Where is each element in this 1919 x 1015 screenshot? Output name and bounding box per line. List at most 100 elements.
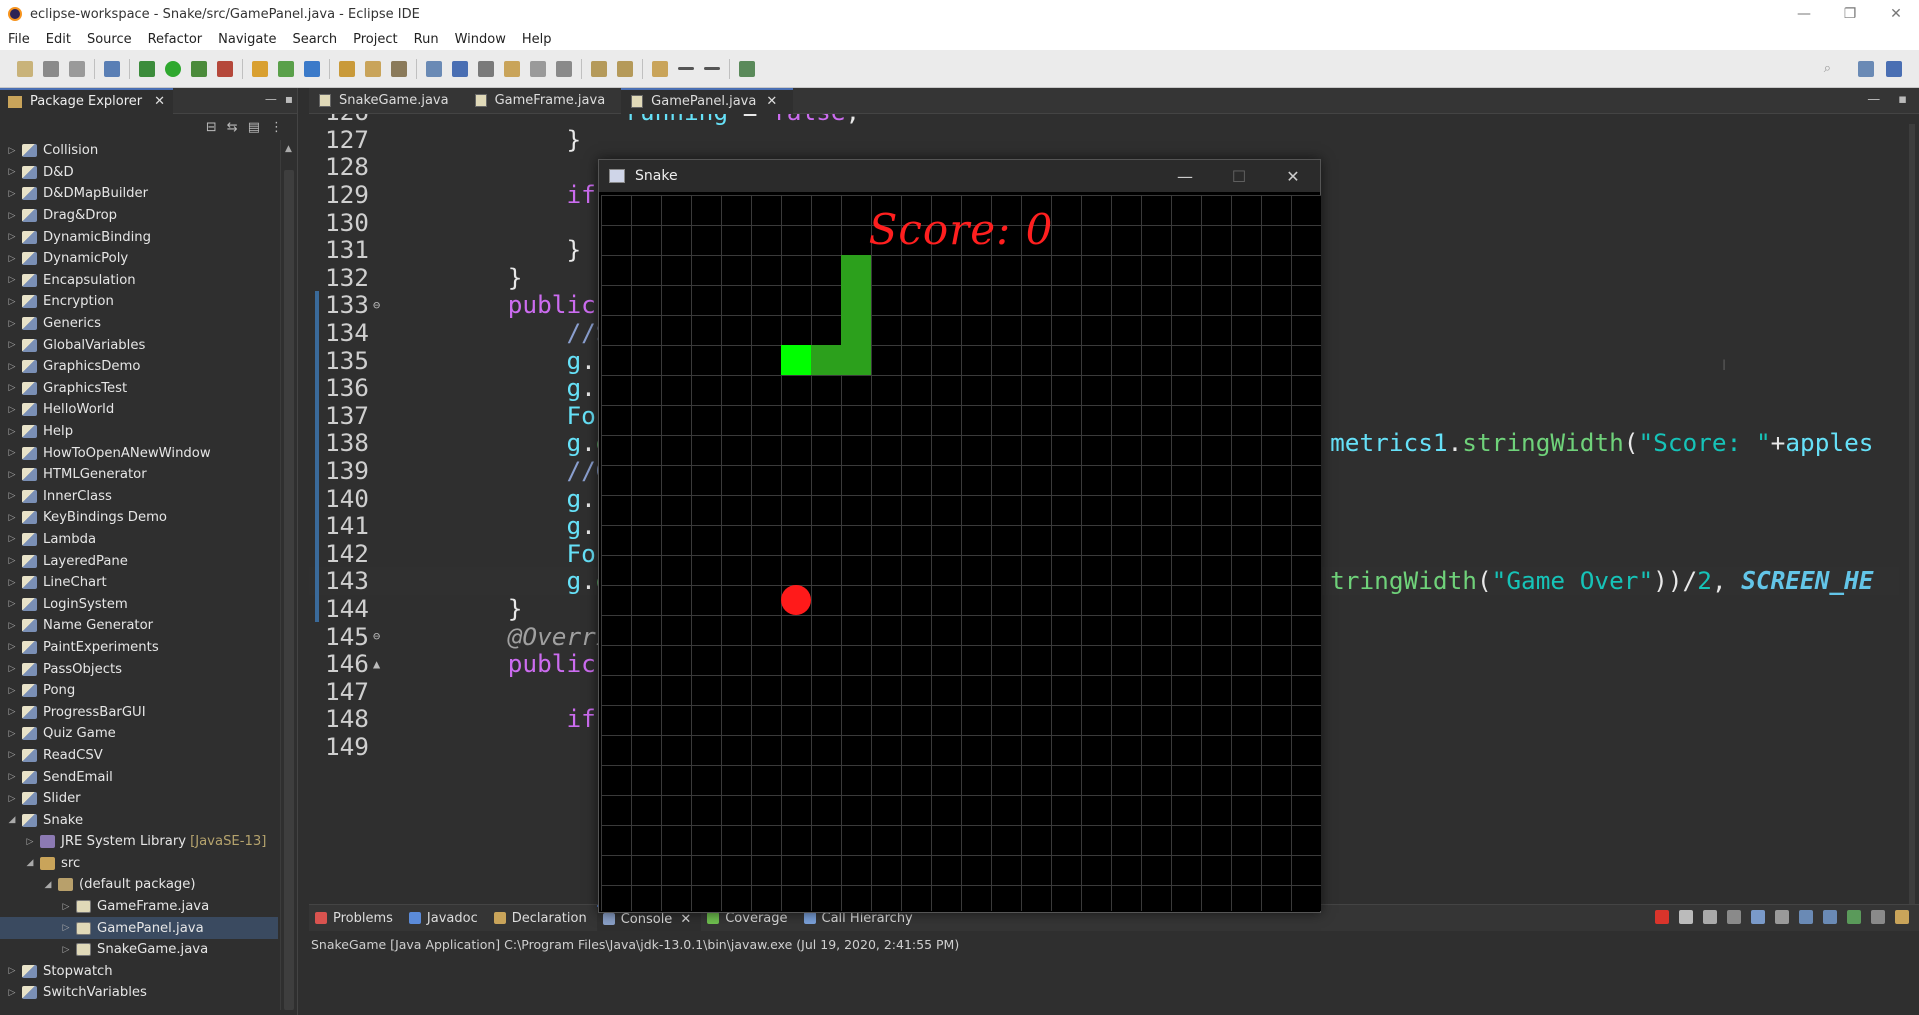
- collapsed-arrow-icon[interactable]: ▷: [60, 923, 72, 933]
- collapsed-arrow-icon[interactable]: ▷: [6, 491, 18, 501]
- word-wrap-icon[interactable]: [1775, 910, 1789, 924]
- collapsed-arrow-icon[interactable]: ▷: [6, 642, 18, 652]
- show-console-icon[interactable]: [1799, 910, 1813, 924]
- snake-close-button[interactable]: ✕: [1266, 160, 1320, 192]
- tree-item[interactable]: ▷ HelloWorld: [0, 399, 278, 421]
- collapsed-arrow-icon[interactable]: ▷: [6, 427, 18, 437]
- menu-window[interactable]: Window: [447, 32, 514, 47]
- remove-all-icon[interactable]: [1703, 910, 1717, 924]
- snake-minimize-button[interactable]: —: [1158, 160, 1212, 192]
- tree-item[interactable]: ▷ SendEmail: [0, 766, 278, 788]
- tree-item[interactable]: ▷ GamePanel.java: [0, 917, 278, 939]
- minimize-view-icon[interactable]: —: [265, 92, 277, 106]
- tree-scrollbar-thumb[interactable]: [284, 170, 294, 1010]
- menu-navigate[interactable]: Navigate: [210, 32, 284, 47]
- collapsed-arrow-icon[interactable]: ▷: [6, 448, 18, 458]
- tree-item[interactable]: ▷ LayeredPane: [0, 550, 278, 572]
- close-tab-icon[interactable]: ✕: [680, 912, 691, 927]
- tree-item[interactable]: ▷ D&D: [0, 162, 278, 184]
- maximize-view-icon[interactable]: ▪: [285, 92, 293, 106]
- tree-item[interactable]: ▷ DynamicPoly: [0, 248, 278, 270]
- snake-titlebar[interactable]: Snake — ☐ ✕: [599, 160, 1320, 192]
- editor-scrollbar[interactable]: [1905, 114, 1919, 904]
- toggle-highlight-icon[interactable]: [452, 60, 468, 77]
- tree-item[interactable]: ▷ Pong: [0, 680, 278, 702]
- collapsed-arrow-icon[interactable]: ▷: [6, 794, 18, 804]
- next-annotation-icon[interactable]: [591, 60, 607, 77]
- tree-item[interactable]: ▷ LoginSystem: [0, 593, 278, 615]
- collapsed-arrow-icon[interactable]: ▷: [6, 254, 18, 264]
- close-tab-icon[interactable]: ✕: [154, 94, 165, 109]
- tree-item[interactable]: ▷ Encapsulation: [0, 270, 278, 292]
- previous-annotation-icon[interactable]: [617, 60, 633, 77]
- display-console-icon[interactable]: [1847, 910, 1861, 924]
- new-icon[interactable]: [17, 60, 33, 77]
- code-line[interactable]: 127 }: [309, 125, 1899, 154]
- restore-button[interactable]: ❐: [1827, 0, 1873, 28]
- new-package-icon[interactable]: [278, 60, 294, 77]
- scroll-lock-icon[interactable]: [1751, 910, 1765, 924]
- external-tools-icon[interactable]: [217, 60, 233, 77]
- clear-console-icon[interactable]: [1727, 910, 1741, 924]
- collapsed-arrow-icon[interactable]: ▷: [6, 275, 18, 285]
- code-line[interactable]: 126 running = false;: [309, 114, 1899, 126]
- tab-snakegame[interactable]: SnakeGame.java: [309, 88, 465, 114]
- open-console-icon[interactable]: [1871, 910, 1885, 924]
- collapsed-arrow-icon[interactable]: ▷: [6, 405, 18, 415]
- tree-item[interactable]: ▷ Help: [0, 421, 278, 443]
- close-tab-icon[interactable]: ✕: [766, 94, 777, 109]
- tree-item[interactable]: ▷ GraphicsTest: [0, 378, 278, 400]
- collapsed-arrow-icon[interactable]: ▷: [6, 966, 18, 976]
- tab-package-explorer[interactable]: Package Explorer ✕: [0, 87, 174, 114]
- menu-run[interactable]: Run: [406, 32, 447, 47]
- menu-help[interactable]: Help: [514, 32, 560, 47]
- forward-icon[interactable]: [704, 67, 720, 70]
- menu-source[interactable]: Source: [79, 32, 140, 47]
- new-class-icon[interactable]: [304, 60, 320, 77]
- tree-item[interactable]: ◢ src: [0, 853, 278, 875]
- tree-item[interactable]: ▷ PassObjects: [0, 658, 278, 680]
- tab-gamepanel[interactable]: GamePanel.java ✕: [621, 87, 794, 114]
- tree-item[interactable]: ◢ (default package): [0, 874, 278, 896]
- terminate-icon[interactable]: [1655, 910, 1669, 924]
- tree-item[interactable]: ▷ InnerClass: [0, 486, 278, 508]
- pin-console-icon[interactable]: [1823, 910, 1837, 924]
- snake-window[interactable]: Snake — ☐ ✕ Score: 0: [598, 159, 1321, 913]
- menu-edit[interactable]: Edit: [38, 32, 79, 47]
- collapsed-arrow-icon[interactable]: ▷: [6, 686, 18, 696]
- collapsed-arrow-icon[interactable]: ▷: [6, 232, 18, 242]
- tree-item[interactable]: ◢ Snake: [0, 809, 278, 831]
- collapsed-arrow-icon[interactable]: ▷: [6, 750, 18, 760]
- tree-item[interactable]: ▷ GlobalVariables: [0, 334, 278, 356]
- search-tool-icon[interactable]: [391, 60, 407, 77]
- collapsed-arrow-icon[interactable]: ▷: [6, 340, 18, 350]
- collapsed-arrow-icon[interactable]: ▷: [6, 772, 18, 782]
- collapsed-arrow-icon[interactable]: ▷: [6, 167, 18, 177]
- tree-item[interactable]: ▷ GraphicsDemo: [0, 356, 278, 378]
- collapsed-arrow-icon[interactable]: ▷: [6, 988, 18, 998]
- skip-breakpoints-icon[interactable]: [104, 60, 120, 77]
- remove-launch-icon[interactable]: [1679, 910, 1693, 924]
- collapse-all-icon[interactable]: ⊟: [206, 120, 217, 135]
- coverage-icon[interactable]: [191, 60, 207, 77]
- collapsed-arrow-icon[interactable]: ▷: [6, 599, 18, 609]
- tree-item[interactable]: ▷ Slider: [0, 788, 278, 810]
- collapsed-arrow-icon[interactable]: ▷: [6, 578, 18, 588]
- tree-item[interactable]: ▷ HTMLGenerator: [0, 464, 278, 486]
- run-icon[interactable]: [165, 60, 181, 77]
- collapsed-arrow-icon[interactable]: ▷: [60, 945, 72, 955]
- fold-marker-icon[interactable]: ⊖: [373, 629, 380, 643]
- search-icon[interactable]: ⌕: [1824, 61, 1831, 76]
- collapsed-arrow-icon[interactable]: ▷: [6, 146, 18, 156]
- toggle-whitespace-icon[interactable]: [478, 60, 494, 77]
- collapsed-arrow-icon[interactable]: ▷: [6, 297, 18, 307]
- collapsed-arrow-icon[interactable]: ▷: [60, 902, 72, 912]
- expanded-arrow-icon[interactable]: ◢: [42, 880, 54, 890]
- view-menu-icon[interactable]: ⋮: [270, 120, 283, 135]
- collapsed-arrow-icon[interactable]: ▷: [6, 383, 18, 393]
- tree-item[interactable]: ▷ Drag&Drop: [0, 205, 278, 227]
- collapsed-arrow-icon[interactable]: ▷: [6, 319, 18, 329]
- collapsed-arrow-icon[interactable]: ▷: [6, 513, 18, 523]
- annotation-icon[interactable]: [504, 60, 520, 77]
- link-with-editor-icon[interactable]: ⇆: [227, 120, 238, 135]
